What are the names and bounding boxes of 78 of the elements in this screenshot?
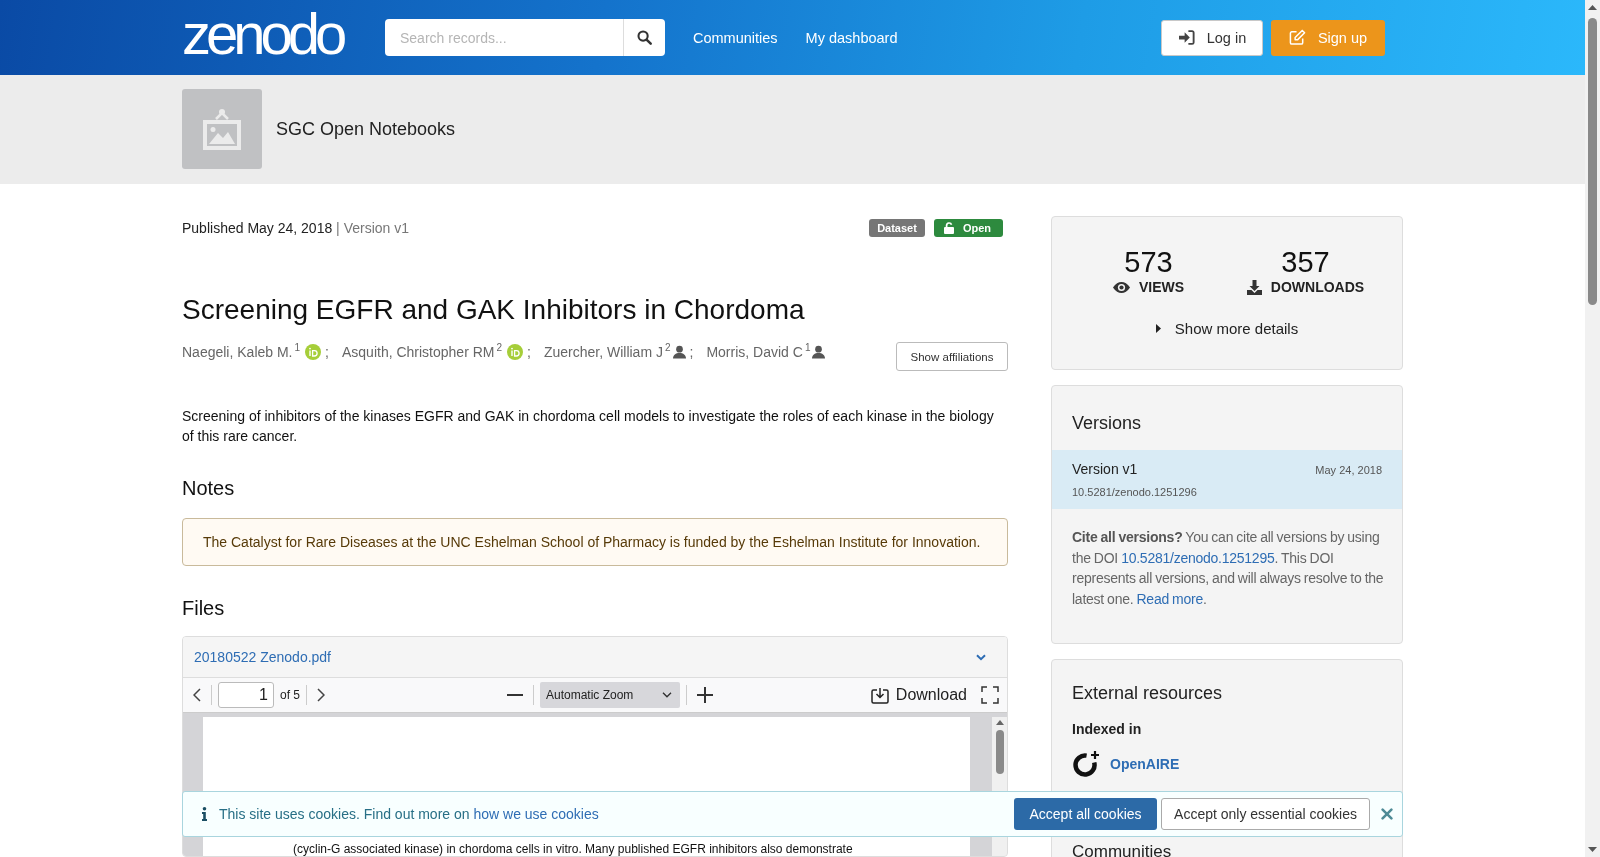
author-name[interactable]: Morris, David C$^{1}$: [706, 344, 811, 360]
user-icon: [672, 345, 686, 359]
scroll-down-icon[interactable]: [1588, 847, 1597, 852]
site-logo[interactable]: zenodo: [182, 4, 343, 63]
search-icon: [637, 30, 652, 45]
notes-message: The Catalyst for Rare Diseases at the UNC Eshelman School of Pharmacy is funded by the Eshelman Institute for Innovation.: [182, 518, 1008, 566]
ring-sparkle-icon: [1072, 750, 1100, 778]
search-field[interactable]: Search records...: [385, 19, 623, 56]
show-more-details-button[interactable]: Show more details: [1155, 318, 1299, 338]
badge-text: Open: [962, 222, 991, 234]
section-heading: Files: [182, 596, 226, 620]
file-link[interactable]: 20180522 Zenodo.pdf: [194, 649, 331, 665]
scrollbar-thumb[interactable]: [1588, 18, 1597, 305]
pdf-page-text: (cyclin-G associated kinase) in chordoma cells in vitro. Many published EGFR inhibitors also demonstrate: [292, 842, 854, 856]
info-icon: [202, 807, 207, 821]
page-number-field[interactable]: 1: [218, 682, 274, 708]
accept-all-cookies-button[interactable]: Accept all cookies: [1014, 798, 1157, 830]
scrollbar[interactable]: [1585, 0, 1600, 857]
download-button[interactable]: Download: [870, 686, 967, 704]
card-subheading: Indexed in: [1072, 720, 1143, 738]
nav-link[interactable]: Communities: [693, 29, 778, 46]
author-name[interactable]: Naegeli, Kaleb M.$^{1}$: [182, 344, 301, 360]
expand-icon: [981, 686, 999, 704]
badge-text: Dataset: [877, 222, 917, 234]
download-icon: [1246, 279, 1262, 295]
publication-date: Published May 24, 2018 | Version v1: [182, 220, 409, 236]
search-button[interactable]: [623, 19, 665, 56]
record-description: Screening of inhibitors of the kinases EGFR and GAK in chordoma cell models to investigate the roles of each kinase in the biology of this rare cancer.: [182, 407, 995, 446]
author-separator: ;: [325, 344, 329, 360]
pencil-square-icon: [1288, 29, 1306, 46]
cookie-notice-text: This site uses cookies. Find out more on how we use cookies: [219, 806, 599, 822]
scroll-up-icon[interactable]: [1588, 5, 1597, 10]
stat-label: VIEWS: [1138, 279, 1185, 295]
chevron-left-icon: [193, 688, 201, 702]
section-heading: Notes: [182, 476, 236, 500]
author-name[interactable]: Zuercher, William J$^{2}$: [543, 344, 671, 360]
stat-value: 357: [1281, 246, 1330, 278]
login-button[interactable]: Log in: [1161, 19, 1263, 56]
version-doi: 10.5281/zenodo.1251296: [1072, 485, 1198, 499]
download-tray-icon: [870, 686, 889, 704]
close-icon: [1381, 808, 1393, 820]
cite-text: Cite all versions? You can cite all versions by using the DOI 10.5281/zenodo.1251295. This DOI represents all versions, and will always resolve to the latest one. Read more.: [1072, 528, 1385, 609]
show-affiliations-button[interactable]: Show affiliations: [896, 342, 1008, 371]
read-more-link[interactable]: Read more: [1136, 590, 1203, 607]
eye-icon: [1112, 281, 1130, 293]
record-title: Screening EGFR and GAK Inhibitors in Chordoma: [182, 293, 806, 327]
community-name[interactable]: SGC Open Notebooks: [276, 89, 456, 169]
author-separator: ;: [527, 344, 531, 360]
sign-in-icon: [1177, 30, 1195, 45]
zoom-select[interactable]: Automatic Zoom: [540, 682, 680, 708]
user-icon: [812, 345, 826, 359]
scroll-up-icon[interactable]: [995, 720, 1004, 725]
minus-icon: [507, 694, 523, 696]
card-heading: External resources: [1072, 682, 1224, 704]
stat-value: 573: [1124, 246, 1173, 278]
card-heading: Versions: [1072, 412, 1143, 434]
version-date: May 24, 2018: [1315, 464, 1382, 476]
caret-right-icon: [1155, 323, 1161, 333]
scrollbar-thumb[interactable]: [995, 730, 1004, 774]
author-name[interactable]: Asquith, Christopher RM$^{2}$: [341, 344, 503, 360]
indexed-source-link[interactable]: OpenAIRE: [1110, 756, 1180, 772]
image-icon: [182, 89, 262, 169]
cookie-policy-link[interactable]: how we use cookies: [473, 806, 599, 822]
version-item[interactable]: Version v1 May 24, 2018 10.5281/zenodo.1251296: [1052, 450, 1402, 509]
chevron-right-icon: [317, 688, 325, 702]
padlock-open-icon: [943, 222, 954, 234]
author-separator: ;: [689, 344, 694, 360]
close-button[interactable]: [1381, 808, 1393, 820]
accept-essential-cookies-button[interactable]: Accept only essential cookies: [1161, 798, 1370, 830]
page-count: of 5: [280, 688, 300, 702]
nav-link[interactable]: My dashboard: [805, 29, 898, 46]
version-title: Version v1: [1072, 460, 1138, 479]
plus-icon: [697, 687, 713, 703]
fullscreen-button[interactable]: [979, 686, 1001, 704]
card-heading: Communities: [1072, 842, 1173, 857]
chevron-down-icon[interactable]: [976, 653, 986, 661]
caret-down-icon: [662, 692, 672, 698]
stat-label: DOWNLOADS: [1270, 279, 1365, 295]
